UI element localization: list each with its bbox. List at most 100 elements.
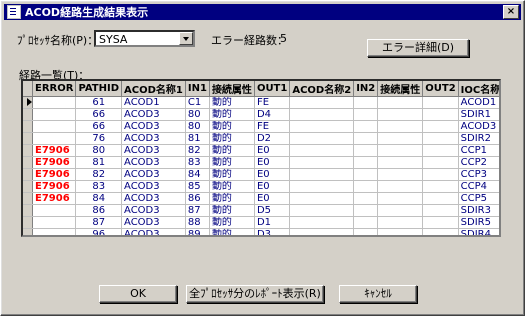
table-cell[interactable]: 動的 (209, 96, 255, 109)
row-selector[interactable] (23, 168, 33, 181)
ok-button[interactable]: OK (99, 285, 177, 303)
table-cell[interactable] (353, 168, 379, 181)
table-cell[interactable]: CCP4 (458, 180, 499, 193)
table-cell[interactable]: 80 (75, 144, 123, 157)
table-cell[interactable] (289, 204, 355, 217)
table-cell[interactable]: 動的 (209, 216, 255, 229)
row-selector[interactable] (23, 192, 33, 205)
table-cell[interactable]: CCP1 (458, 144, 499, 157)
table-cell[interactable] (353, 120, 379, 133)
table-cell[interactable]: D3 (254, 228, 291, 235)
table-cell[interactable] (353, 216, 379, 229)
column-header[interactable]: ERROR (32, 81, 77, 97)
column-header[interactable]: OUT2 (422, 81, 459, 97)
table-cell[interactable]: 82 (185, 144, 210, 157)
report-all-button[interactable]: 全ﾌﾟﾛｾｯｻ分のﾚﾎﾟｰﾄ表示(R) (186, 285, 324, 303)
table-cell[interactable] (353, 204, 379, 217)
table-cell[interactable] (377, 144, 424, 157)
table-cell[interactable] (377, 168, 424, 181)
table-cell[interactable]: 86 (185, 192, 210, 205)
table-cell[interactable]: FE (254, 120, 291, 133)
table-cell[interactable] (32, 228, 77, 235)
table-cell[interactable] (289, 120, 355, 133)
table-cell[interactable]: E0 (254, 144, 291, 157)
table-cell[interactable] (32, 96, 77, 109)
table-cell[interactable] (422, 180, 459, 193)
table-cell[interactable] (353, 108, 379, 121)
table-cell[interactable]: E7906 (32, 180, 77, 193)
table-cell[interactable]: 87 (185, 204, 210, 217)
table-cell[interactable]: 82 (75, 168, 123, 181)
table-cell[interactable]: 84 (75, 192, 123, 205)
table-cell[interactable] (377, 96, 424, 109)
table-cell[interactable] (377, 132, 424, 145)
table-cell[interactable]: 88 (185, 216, 210, 229)
table-cell[interactable] (377, 120, 424, 133)
table-row[interactable]: E7906 80 ACOD3 82 動的 E0 CCP1 (23, 144, 499, 157)
table-cell[interactable] (289, 144, 355, 157)
table-cell[interactable] (377, 228, 424, 235)
table-cell[interactable] (353, 180, 379, 193)
table-cell[interactable]: 動的 (209, 120, 255, 133)
route-grid[interactable]: ERROR PATHID ACOD名称1 IN1 接続属性 OUT1 ACOD名称2 IN2 接… (23, 81, 499, 235)
table-cell[interactable] (422, 168, 459, 181)
table-cell[interactable] (422, 228, 459, 235)
table-cell[interactable]: CCP2 (458, 156, 499, 169)
table-cell[interactable]: D1 (254, 216, 291, 229)
table-cell[interactable] (422, 156, 459, 169)
table-cell[interactable]: 動的 (209, 132, 255, 145)
table-cell[interactable] (32, 108, 77, 121)
table-cell[interactable] (422, 132, 459, 145)
table-cell[interactable]: 動的 (209, 180, 255, 193)
table-cell[interactable] (289, 180, 355, 193)
table-cell[interactable]: 86 (75, 204, 123, 217)
table-cell[interactable]: ACOD3 (121, 120, 186, 133)
table-cell[interactable]: ACOD3 (121, 180, 186, 193)
column-header[interactable]: IN2 (353, 81, 379, 97)
table-cell[interactable]: ACOD1 (458, 96, 499, 109)
table-cell[interactable]: E0 (254, 192, 291, 205)
table-cell[interactable]: ACOD3 (458, 120, 499, 133)
table-cell[interactable] (289, 156, 355, 169)
row-selector[interactable] (23, 120, 33, 133)
table-cell[interactable] (353, 192, 379, 205)
table-cell[interactable] (377, 192, 424, 205)
table-cell[interactable] (377, 180, 424, 193)
table-cell[interactable]: 84 (185, 168, 210, 181)
table-cell[interactable] (377, 156, 424, 169)
table-cell[interactable]: E7906 (32, 168, 77, 181)
table-cell[interactable]: SDIR5 (458, 216, 499, 229)
table-cell[interactable] (289, 132, 355, 145)
table-cell[interactable]: 66 (75, 120, 123, 133)
table-cell[interactable] (289, 108, 355, 121)
table-cell[interactable]: 動的 (209, 204, 255, 217)
table-cell[interactable]: 動的 (209, 168, 255, 181)
row-selector[interactable] (23, 180, 33, 193)
table-cell[interactable]: 動的 (209, 156, 255, 169)
table-cell[interactable]: ACOD3 (121, 156, 186, 169)
cancel-button[interactable]: ｷｬﾝｾﾙ (339, 285, 417, 303)
close-button[interactable]: × (503, 5, 519, 19)
table-cell[interactable]: FE (254, 96, 291, 109)
table-cell[interactable]: SDIR3 (458, 204, 499, 217)
table-cell[interactable]: D5 (254, 204, 291, 217)
table-cell[interactable]: SDIR4 (458, 228, 499, 235)
table-cell[interactable]: 61 (75, 96, 123, 109)
table-cell[interactable]: SDIR2 (458, 132, 499, 145)
table-cell[interactable]: 80 (185, 120, 210, 133)
table-cell[interactable]: 動的 (209, 144, 255, 157)
processor-select[interactable]: SYSA (94, 30, 195, 47)
table-cell[interactable]: ACOD3 (121, 132, 186, 145)
table-cell[interactable]: E0 (254, 156, 291, 169)
table-cell[interactable]: 動的 (209, 108, 255, 121)
table-cell[interactable]: 85 (185, 180, 210, 193)
table-cell[interactable] (32, 204, 77, 217)
table-cell[interactable]: ACOD3 (121, 168, 186, 181)
table-cell[interactable] (422, 120, 459, 133)
table-cell[interactable]: 87 (75, 216, 123, 229)
column-header[interactable]: 接続属性 (377, 81, 424, 97)
row-selector[interactable] (23, 96, 33, 109)
table-cell[interactable] (422, 108, 459, 121)
table-cell[interactable]: ACOD1 (121, 96, 186, 109)
column-header[interactable]: IOC名称 (458, 81, 499, 97)
